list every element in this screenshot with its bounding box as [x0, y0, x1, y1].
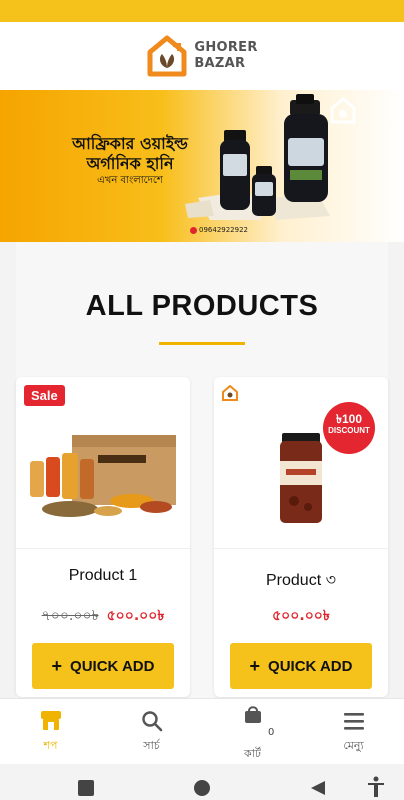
android-navigation-bar — [0, 764, 404, 800]
back-button[interactable] — [310, 780, 326, 796]
logo-icon — [147, 35, 187, 77]
nav-label: সার্চ — [143, 739, 160, 752]
nav-shop[interactable]: শপ — [0, 699, 101, 765]
discount-amount: ৳100 — [336, 412, 362, 426]
current-price: ৫০০.০০৳ — [272, 608, 330, 624]
nav-cart[interactable]: 0 কার্ট — [202, 699, 303, 765]
brand-logo[interactable]: GHORER BAZAR — [146, 34, 257, 78]
quick-add-button[interactable]: + QUICK ADD — [32, 643, 174, 689]
plus-icon: + — [51, 655, 63, 676]
nav-label: শপ — [43, 739, 58, 752]
product-price: ৭০০.০০৳ ৫০০.০০৳ — [16, 604, 190, 628]
cart-count: 0 — [268, 727, 275, 738]
home-button[interactable] — [194, 780, 210, 796]
phone-icon — [190, 226, 197, 234]
product-name[interactable]: Product ৩ — [214, 567, 388, 594]
plus-icon: + — [249, 655, 261, 676]
product-price: ৫০০.০০৳ — [214, 604, 388, 628]
brand-name-line1: GHORER — [194, 40, 258, 55]
cart-icon — [245, 706, 261, 723]
accessibility-icon[interactable] — [367, 776, 385, 798]
nav-label: মেন্যু — [343, 739, 364, 752]
menu-icon — [344, 713, 364, 730]
nav-search[interactable]: সার্চ — [101, 699, 202, 765]
banner-line1: আফ্রিকার ওয়াইল্ড — [72, 134, 188, 153]
status-bar — [0, 0, 404, 22]
sale-badge: Sale — [24, 385, 65, 406]
bottom-nav: শপ সার্চ 0 কার্ট মেন্যু — [0, 698, 404, 764]
search-icon — [142, 711, 163, 732]
section-title: ALL PRODUCTS — [85, 290, 319, 322]
product-card[interactable]: ৳100 DISCOUNT Product ৩ ৫০০.০০৳ + QUICK … — [214, 377, 388, 697]
banner-phone: 09642922922 — [190, 226, 248, 234]
quick-add-button[interactable]: + QUICK ADD — [230, 643, 372, 689]
quick-add-label: QUICK ADD — [70, 657, 155, 675]
nav-label: কার্ট — [244, 747, 261, 760]
title-underline — [159, 342, 245, 345]
shop-icon — [41, 711, 61, 730]
banner-line2: অর্গানিক হানি — [86, 154, 174, 173]
brand-badge-icon — [330, 97, 356, 124]
product-card[interactable]: Sale Product 1 ৭০০.০০৳ ৫০০.০০৳ + QUICK AD… — [16, 377, 190, 697]
promo-banner[interactable]: আফ্রিকার ওয়াইল্ড অর্গানিক হানি এখন বাংল… — [0, 90, 404, 242]
discount-badge: ৳100 DISCOUNT — [322, 401, 376, 455]
banner-line3: এখন বাংলাদেশে — [97, 175, 163, 186]
current-price: ৫০০.০০৳ — [106, 608, 165, 624]
banner-phone-number: 09642922922 — [199, 226, 248, 234]
brand-name-line2: BAZAR — [194, 56, 246, 71]
recents-button[interactable] — [78, 780, 94, 796]
nav-menu[interactable]: মেন্যু — [303, 699, 404, 765]
old-price: ৭০০.০০৳ — [41, 608, 99, 624]
banner-headline: আফ্রিকার ওয়াইল্ড অর্গানিক হানি এখন বাংল… — [60, 134, 200, 188]
quick-add-label: QUICK ADD — [268, 657, 353, 675]
product-name[interactable]: Product 1 — [16, 567, 190, 585]
header: GHORER BAZAR — [0, 22, 404, 90]
discount-label: DISCOUNT — [328, 426, 370, 435]
